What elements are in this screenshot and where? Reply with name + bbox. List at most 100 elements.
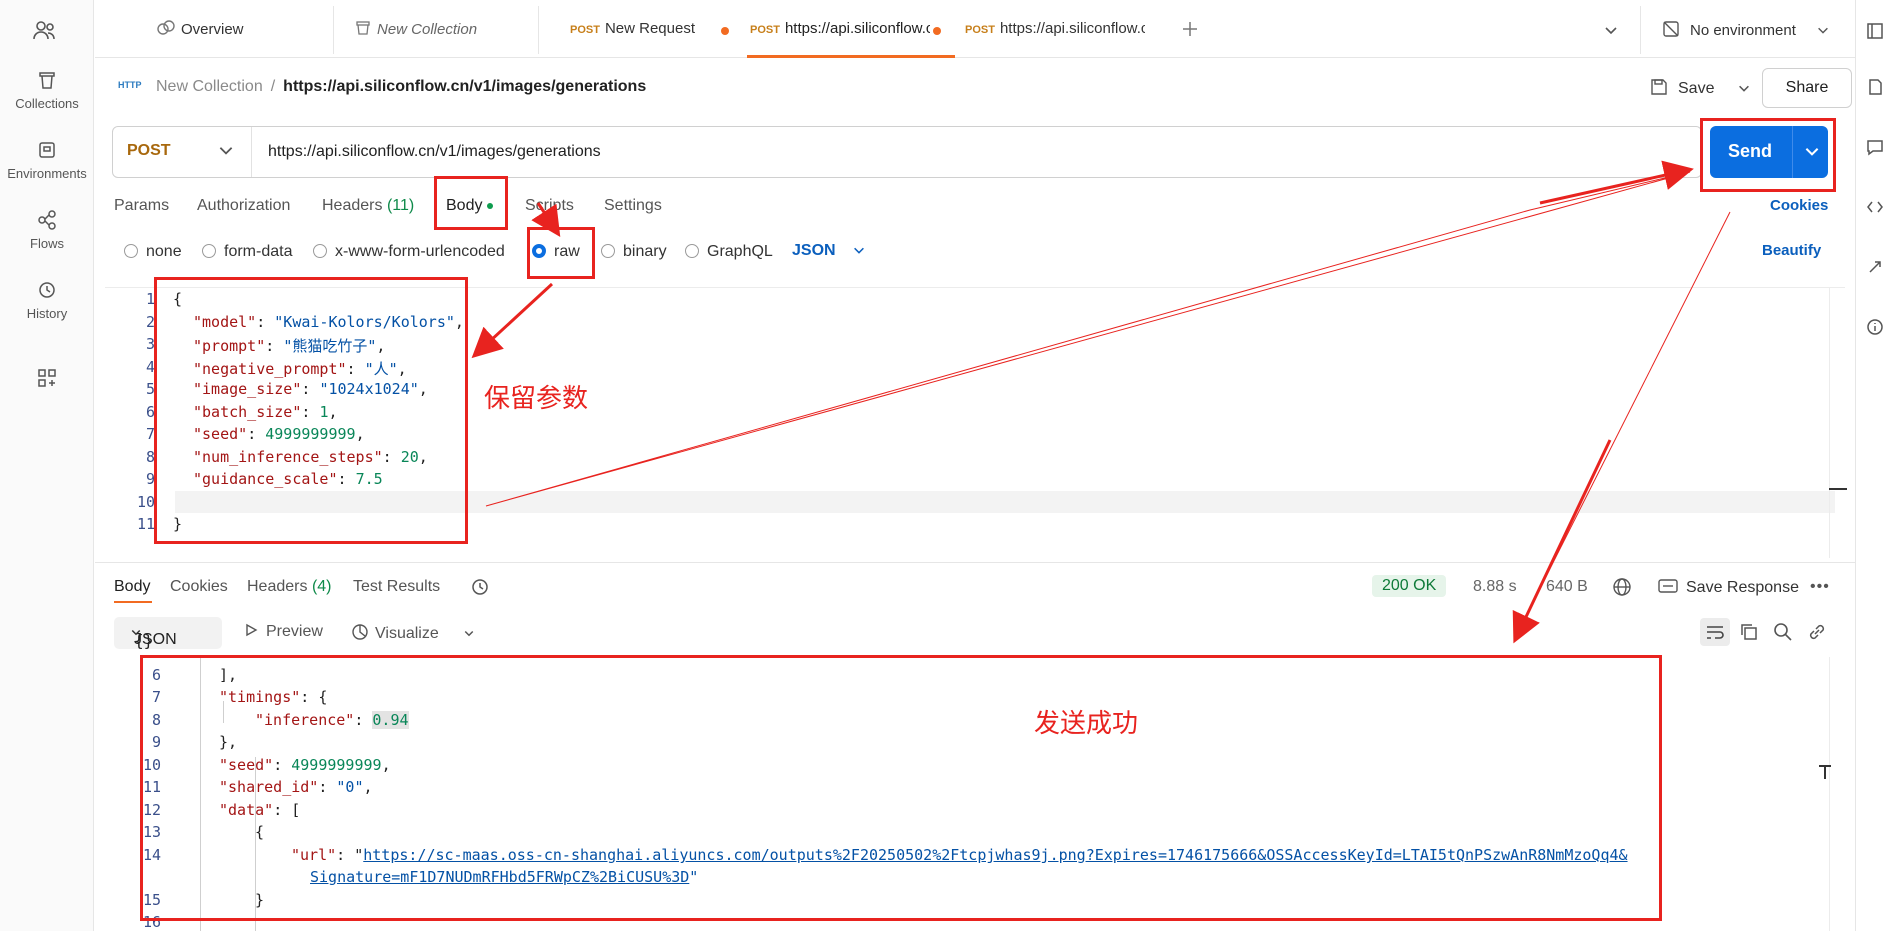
sidebar-item-collections[interactable]: Collections (0, 70, 94, 111)
url-bar: POST https://api.siliconflow.cn/v1/image… (112, 126, 1702, 178)
cookies-link[interactable]: Cookies (1770, 197, 1828, 214)
response-tab-cookies[interactable]: Cookies (170, 578, 228, 596)
tab-overview[interactable]: Overview (157, 20, 244, 38)
save-icon (1651, 79, 1667, 95)
sidebar-item-flows[interactable]: Flows (0, 210, 94, 251)
line-number: 8 (145, 448, 155, 466)
beautify-link[interactable]: Beautify (1762, 242, 1821, 259)
annotation-box-raw (527, 227, 595, 279)
history-icon[interactable] (470, 577, 490, 597)
line-number: 6 (145, 403, 155, 421)
play-icon (246, 623, 258, 637)
response-size: 640 B (1546, 578, 1588, 595)
url-input[interactable]: https://api.siliconflow.cn/v1/images/gen… (268, 143, 601, 161)
response-tab-test-results[interactable]: Test Results (353, 578, 440, 596)
radio-binary[interactable]: binary (601, 243, 667, 261)
no-environment-icon (1663, 21, 1679, 37)
new-tab-plus-icon[interactable] (1181, 20, 1199, 38)
tab-bar: Overview New Collection POST New Request … (95, 0, 1855, 58)
annotation-box-send (1700, 118, 1836, 192)
team-icon[interactable] (30, 18, 60, 42)
tab-request-3[interactable]: POST https://api.siliconflow.c (965, 20, 1145, 37)
right-sidebar (1855, 0, 1891, 931)
chevron-down-icon[interactable] (1603, 22, 1619, 38)
unsaved-dot (933, 27, 941, 35)
overview-icon (157, 20, 175, 35)
visualize-button[interactable]: Visualize (351, 623, 475, 643)
line-number: 7 (145, 425, 155, 443)
sidebar-item-label: Environments (7, 166, 87, 181)
chevron-down-icon[interactable] (1737, 81, 1751, 95)
response-scrollbar[interactable] (1829, 657, 1830, 931)
layout-icon[interactable] (1866, 22, 1884, 40)
radio-none[interactable]: none (124, 243, 182, 261)
breadcrumb-separator: / (270, 78, 276, 95)
tab-divider (538, 6, 539, 54)
active-tab-indicator (747, 55, 955, 58)
response-format-select[interactable]: {} JSON (114, 617, 222, 650)
radio-form-data[interactable]: form-data (202, 243, 292, 261)
breadcrumb-request[interactable]: https://api.siliconflow.cn/v1/images/gen… (283, 78, 646, 95)
radio-urlencoded[interactable]: x-www-form-urlencoded (313, 243, 505, 261)
response-divider (95, 562, 1855, 563)
breadcrumb-collection[interactable]: New Collection (156, 78, 263, 95)
chevron-down-icon (464, 630, 474, 637)
annotation-box-request-body (154, 277, 468, 544)
save-button[interactable]: Save (1650, 70, 1751, 108)
line-number: 11 (136, 515, 155, 533)
status-badge: 200 OK (1372, 575, 1447, 597)
tab-divider (333, 6, 334, 54)
tab-active-request[interactable]: POST https://api.siliconflow.c (750, 20, 930, 37)
copy-icon[interactable] (1738, 621, 1760, 643)
sidebar-item-environments[interactable]: Environments (0, 140, 94, 181)
code-icon[interactable] (1866, 198, 1884, 216)
tab-new-collection[interactable]: New Collection (355, 20, 477, 38)
breadcrumb: New Collection / https://api.siliconflow.c… (156, 78, 646, 96)
tab-divider (1640, 6, 1641, 54)
radio-circle (601, 244, 615, 258)
line-number: 5 (145, 380, 155, 398)
sidebar-item-history[interactable]: History (0, 280, 94, 321)
scroll-marker (1829, 488, 1847, 490)
wrap-lines-icon[interactable] (1700, 618, 1730, 646)
link-icon[interactable] (1806, 621, 1828, 643)
tab-params[interactable]: Params (114, 197, 169, 215)
document-icon[interactable] (1866, 78, 1884, 96)
tab-headers[interactable]: Headers (11) (322, 197, 414, 215)
related-icon[interactable] (1866, 258, 1884, 276)
tab-new-request[interactable]: POST New Request (570, 20, 695, 37)
editor-scrollbar[interactable] (1829, 288, 1830, 558)
comment-icon[interactable] (1866, 138, 1884, 156)
response-tab-body[interactable]: Body (114, 578, 150, 596)
line-number: 9 (145, 470, 155, 488)
save-response-icon (1658, 579, 1678, 593)
chevron-down-icon[interactable] (217, 141, 235, 159)
environment-selector[interactable]: No environment (1662, 20, 1830, 39)
sidebar-item-label: Flows (30, 236, 64, 251)
radio-circle (685, 244, 699, 258)
unsaved-dot (721, 27, 729, 35)
line-number: 10 (136, 493, 155, 511)
trash-can-icon (39, 72, 55, 89)
grid-add-icon (38, 369, 56, 387)
sidebar-item-label: History (26, 306, 68, 321)
save-response-button[interactable]: Save Response (1658, 578, 1799, 597)
globe-icon[interactable] (1612, 577, 1632, 597)
chevron-down-icon (854, 247, 864, 254)
tab-settings[interactable]: Settings (604, 197, 662, 215)
info-icon[interactable] (1866, 318, 1884, 336)
more-options-icon[interactable]: ••• (1810, 578, 1830, 596)
sidebar-item-configure[interactable] (0, 368, 94, 394)
share-button[interactable]: Share (1762, 68, 1852, 108)
search-icon[interactable] (1772, 621, 1794, 643)
response-tab-headers[interactable]: Headers (4) (247, 578, 332, 596)
tab-scripts[interactable]: Scripts (525, 197, 574, 215)
tab-authorization[interactable]: Authorization (197, 197, 290, 215)
annotation-box-response (140, 655, 1662, 921)
body-format-select[interactable]: JSON (792, 242, 866, 260)
preview-button[interactable]: Preview (244, 623, 323, 641)
annotation-box-body-tab (434, 176, 508, 230)
method-select[interactable]: POST (127, 142, 171, 160)
radio-circle (124, 244, 138, 258)
radio-graphql[interactable]: GraphQL (685, 243, 773, 261)
